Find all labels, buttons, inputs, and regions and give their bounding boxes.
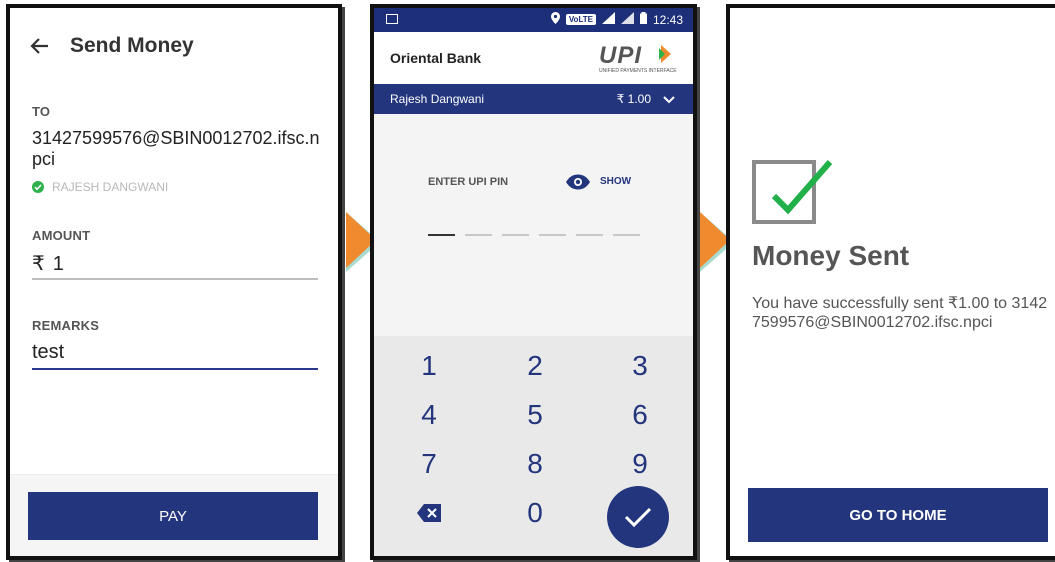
verified-check-icon xyxy=(32,181,44,193)
app-notification-icon xyxy=(386,14,398,24)
pin-digit-slot xyxy=(465,234,492,236)
key-7[interactable]: 7 xyxy=(399,444,459,484)
key-5[interactable]: 5 xyxy=(505,395,565,435)
key-1[interactable]: 1 xyxy=(399,346,459,386)
volte-badge: VoLTE xyxy=(565,14,596,25)
key-2[interactable]: 2 xyxy=(505,346,565,386)
key-6[interactable]: 6 xyxy=(610,395,670,435)
numeric-keypad: 1 2 3 4 5 6 7 8 9 0 xyxy=(374,336,693,556)
pin-digit-slot xyxy=(502,234,529,236)
send-money-header: Send Money xyxy=(28,34,194,58)
pin-entry-area: ENTER UPI PIN SHOW xyxy=(374,114,693,336)
signal-4g-icon xyxy=(620,12,634,27)
check-icon xyxy=(624,507,652,528)
amount-value: 1 xyxy=(52,253,64,275)
payee-verified: RAJESH DANGWANI xyxy=(32,180,168,194)
pin-digit-slot xyxy=(539,234,566,236)
status-bar: VoLTE 12:43 xyxy=(374,8,693,32)
send-money-screen: Send Money TO 31427599576@SBIN0012702.if… xyxy=(6,4,342,560)
show-pin-toggle[interactable]: SHOW xyxy=(600,176,631,187)
money-sent-screen: Money Sent You have successfully sent ₹1… xyxy=(726,4,1055,560)
success-message: You have successfully sent ₹1.00 to 3142… xyxy=(752,295,1048,331)
signal-icon xyxy=(601,12,615,27)
key-8[interactable]: 8 xyxy=(505,444,565,484)
to-label: TO xyxy=(32,104,51,119)
currency-symbol: ₹ xyxy=(32,253,45,275)
payment-amount: ₹ 1.00 xyxy=(616,92,651,106)
status-icons: VoLTE 12:43 xyxy=(550,12,683,27)
pay-button[interactable]: PAY xyxy=(28,492,318,540)
payee-bar[interactable]: Rajesh Dangwani ₹ 1.00 xyxy=(374,84,693,114)
success-title: Money Sent xyxy=(752,240,910,271)
submit-pin-button[interactable] xyxy=(607,486,669,548)
to-vpa-value: 31427599576@SBIN0012702.ifsc.npci xyxy=(32,128,320,169)
chevron-down-icon[interactable] xyxy=(663,93,675,107)
upi-logo-subtext: UNIFIED PAYMENTS INTERFACE xyxy=(599,68,677,74)
payee-name: Rajesh Dangwani xyxy=(390,92,485,106)
upi-logo-text: UPI xyxy=(599,42,643,69)
status-time: 12:43 xyxy=(652,12,683,27)
pin-digit-slot xyxy=(576,234,603,236)
upi-pin-screen: VoLTE 12:43 Oriental Bank UPI UNIFIED PA… xyxy=(370,4,697,560)
key-4[interactable]: 4 xyxy=(399,395,459,435)
key-9[interactable]: 9 xyxy=(610,444,670,484)
remarks-input[interactable]: test xyxy=(32,341,64,364)
eye-icon[interactable] xyxy=(566,174,590,195)
payee-name: RAJESH DANGWANI xyxy=(52,180,169,194)
location-icon xyxy=(550,12,560,27)
remarks-label: REMARKS xyxy=(32,318,100,333)
battery-icon xyxy=(639,12,647,27)
bank-name: Oriental Bank xyxy=(390,50,482,66)
pin-digit-slot xyxy=(428,234,455,236)
backspace-icon[interactable] xyxy=(399,493,459,533)
upi-logo: UPI UNIFIED PAYMENTS INTERFACE xyxy=(599,42,677,74)
amount-label: AMOUNT xyxy=(32,228,91,243)
pin-input[interactable] xyxy=(428,234,640,236)
pin-digit-slot xyxy=(613,234,640,236)
bank-header: Oriental Bank UPI UNIFIED PAYMENTS INTER… xyxy=(374,32,693,84)
back-arrow-icon[interactable] xyxy=(28,34,52,58)
enter-pin-label: ENTER UPI PIN xyxy=(428,176,509,188)
key-3[interactable]: 3 xyxy=(610,346,670,386)
amount-underline xyxy=(32,278,318,280)
go-to-home-button[interactable]: GO TO HOME xyxy=(748,488,1048,542)
key-0[interactable]: 0 xyxy=(505,493,565,533)
success-check-icon xyxy=(752,156,833,224)
amount-input[interactable]: ₹1 xyxy=(32,251,64,276)
remarks-underline xyxy=(32,368,318,370)
upi-arrow-icon xyxy=(659,45,673,68)
page-title: Send Money xyxy=(70,34,194,57)
